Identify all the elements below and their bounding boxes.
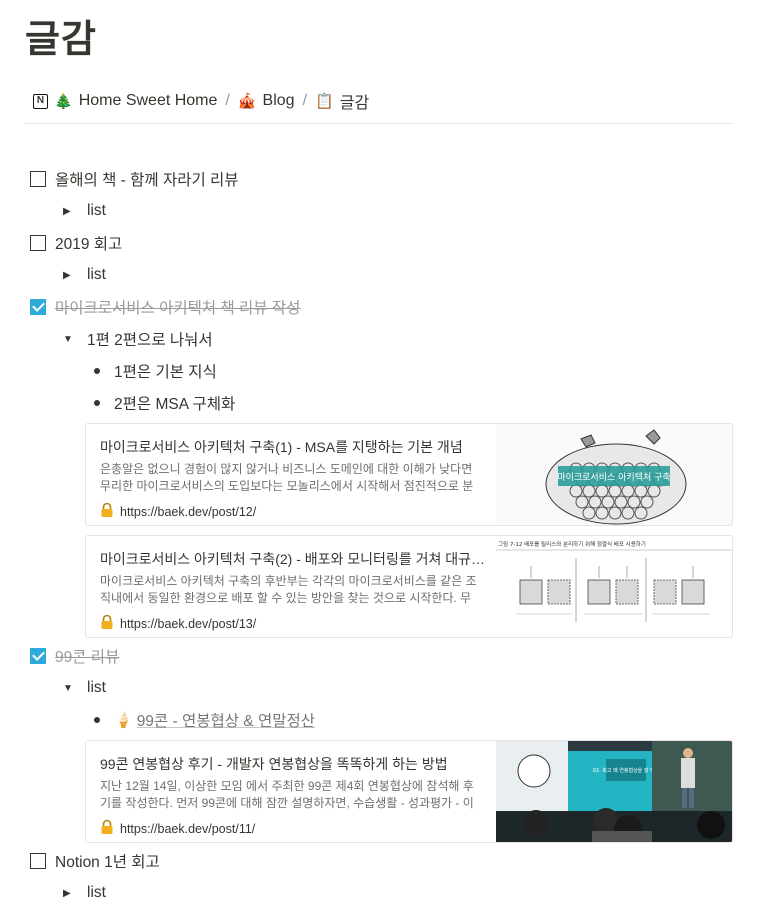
breadcrumb-item-home[interactable]: 🎄 Home Sweet Home	[54, 92, 217, 110]
bookmark-url: https://baek.dev/post/13/	[120, 616, 257, 631]
toggle-item[interactable]: ▶ list	[63, 261, 106, 289]
breadcrumb-separator: /	[302, 92, 308, 109]
breadcrumb-label: Blog	[262, 92, 295, 109]
bullet-icon	[94, 717, 100, 723]
triangle-right-icon[interactable]: ▶	[63, 888, 77, 899]
bookmark-description: 은총알은 없으니 경험이 많지 않거나 비즈니스 도메인에 대한 이해가 낮다면…	[100, 462, 474, 493]
bookmark-thumbnail-diagram: 그림 7-12 배포를 릴리스와 분리하기 위해 점멸식 배포 사용하기	[496, 536, 732, 637]
bookmark-card[interactable]: 마이크로서비스 아키텍처 구축(1) - MSA를 지탱하는 기본 개념 은총알…	[85, 423, 733, 526]
todo-item: Notion 1년 회고	[30, 847, 160, 875]
toggle-item[interactable]: ▶ list	[63, 879, 106, 907]
lock-icon	[100, 819, 114, 838]
breadcrumb-label: Home Sweet Home	[78, 92, 218, 109]
bookmark-title: 마이크로서비스 아키텍처 구축(1) - MSA를 지탱하는 기본 개념	[100, 439, 463, 455]
toggle-item[interactable]: ▼ 1편 2편으로 나눠서	[63, 325, 213, 353]
bookmark-url: https://baek.dev/post/11/	[120, 821, 256, 836]
list-item-text: 1편은 기본 지식	[114, 364, 217, 381]
triangle-right-icon[interactable]: ▶	[63, 206, 77, 217]
thumbnail-caption: 그림 7-12 배포를 릴리스와 분리하기 위해 점멸식 배포 사용하기	[498, 540, 646, 548]
bookmark-title: 마이크로서비스 아키텍처 구축(2) - 배포와 모니터링를 거쳐 대규모 ..…	[100, 551, 496, 567]
toggle-label: list	[87, 679, 106, 696]
notion-logo-icon[interactable]: N	[33, 93, 48, 109]
bookmark-card[interactable]: 99콘 연봉협상 후기 - 개발자 연봉협상을 똑똑하게 하는 방법 지난 12…	[85, 740, 733, 843]
list-item: 2편은 MSA 구체화	[94, 389, 235, 417]
breadcrumb-label: 글감	[339, 95, 370, 112]
todo-checkbox[interactable]	[30, 235, 46, 251]
toggle-label: 1편 2편으로 나눠서	[87, 332, 213, 349]
todo-label[interactable]: 99콘 리뷰	[55, 645, 119, 667]
page-link[interactable]: 99콘 - 연봉협상 & 연말정산	[137, 709, 315, 731]
bullet-icon	[94, 400, 100, 406]
triangle-right-icon[interactable]: ▶	[63, 270, 77, 281]
christmas-tree-icon: 🎄	[54, 92, 73, 110]
bookmark-description: 지난 12월 14일, 이상한 모임 에서 주최한 99콘 제4회 연봉협상에 …	[100, 779, 474, 810]
toggle-item[interactable]: ▼ list	[63, 674, 106, 702]
todo-item: 99콘 리뷰	[30, 642, 119, 670]
bookmark-title: 99콘 연봉협상 후기 - 개발자 연봉협상을 똑똑하게 하는 방법	[100, 756, 448, 772]
header-divider	[25, 123, 734, 124]
page-title: 글감	[25, 19, 97, 61]
todo-label[interactable]: Notion 1년 회고	[55, 850, 160, 872]
triangle-down-icon[interactable]: ▼	[63, 334, 77, 345]
breadcrumb: N 🎄 Home Sweet Home / 🎪 Blog / 📋 글감	[33, 87, 369, 115]
thumbnail-caption: 02. 회고 왜 연봉협상을 잘 하나	[593, 767, 660, 774]
list-item: 1편은 기본 지식	[94, 357, 217, 385]
list-item-text: 2편은 MSA 구체화	[114, 396, 236, 413]
todo-checkbox-checked[interactable]	[30, 648, 46, 664]
todo-label[interactable]: 마이크로서비스 아키텍처 책 리뷰 작성	[55, 296, 300, 318]
todo-item: 2019 회고	[30, 229, 122, 257]
toggle-label: list	[87, 884, 106, 901]
triangle-down-icon[interactable]: ▼	[63, 683, 77, 694]
ice-cream-icon: 🍦	[114, 711, 133, 729]
todo-checkbox-checked[interactable]	[30, 299, 46, 315]
breadcrumb-item-current[interactable]: 📋 글감	[315, 89, 369, 113]
bookmark-url: https://baek.dev/post/12/	[120, 504, 257, 519]
bookmark-thumbnail-conference-photo: 02. 회고 왜 연봉협상을 잘 하나	[496, 741, 732, 842]
todo-item: 올해의 책 - 함께 자라기 리뷰	[30, 165, 239, 193]
breadcrumb-separator: /	[225, 92, 230, 109]
breadcrumb-item-blog[interactable]: 🎪 Blog	[238, 92, 295, 110]
lock-icon	[100, 614, 114, 633]
todo-label[interactable]: 2019 회고	[55, 232, 122, 254]
toggle-item[interactable]: ▶ list	[63, 197, 106, 225]
list-item: 🍦 99콘 - 연봉협상 & 연말정산	[94, 706, 315, 734]
circus-tent-icon: 🎪	[237, 92, 257, 110]
todo-checkbox[interactable]	[30, 171, 46, 187]
bookmark-thumbnail-honeycomb: 마이크로서비스 아키텍처 구축	[496, 424, 732, 525]
todo-checkbox[interactable]	[30, 853, 46, 869]
toggle-label: list	[87, 202, 106, 219]
lock-icon	[100, 502, 114, 521]
thumbnail-caption: 마이크로서비스 아키텍처 구축	[557, 471, 670, 483]
todo-label[interactable]: 올해의 책 - 함께 자라기 리뷰	[55, 168, 239, 190]
bullet-icon	[94, 368, 100, 374]
toggle-label: list	[87, 266, 106, 283]
todo-item: 마이크로서비스 아키텍처 책 리뷰 작성	[30, 293, 300, 321]
bookmark-description: 마이크로서비스 아키텍처 구축의 후반부는 각각의 마이크로서비스를 같은 조직…	[100, 574, 477, 605]
bookmark-card[interactable]: 마이크로서비스 아키텍처 구축(2) - 배포와 모니터링를 거쳐 대규모 ..…	[85, 535, 733, 638]
clipboard-icon: 📋	[315, 92, 334, 110]
